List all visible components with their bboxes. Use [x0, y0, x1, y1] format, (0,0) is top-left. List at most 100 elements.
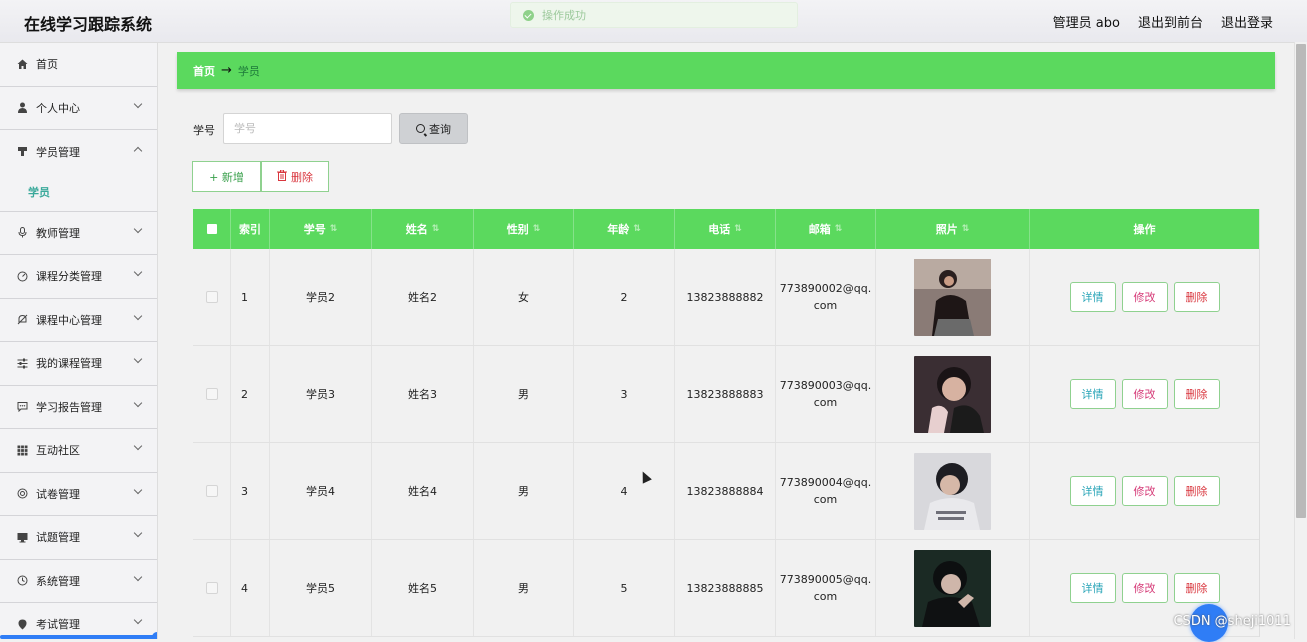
sort-icon[interactable]: ⇅	[835, 224, 843, 234]
sidebar-item-label: 课程中心管理	[36, 313, 102, 327]
student-photo[interactable]	[914, 452, 991, 530]
chevron-up-icon	[133, 146, 143, 156]
sidebar-item-students[interactable]: 学员管理	[0, 130, 157, 174]
delete-button[interactable]: 删除	[1173, 573, 1220, 603]
chevron-down-icon	[133, 99, 143, 108]
header-cell-sortable[interactable]: 年龄 ⇅	[574, 209, 675, 249]
breadcrumb-current: 学员	[237, 64, 260, 78]
edit-button[interactable]: 修改	[1121, 379, 1168, 409]
search-label: 学号	[193, 124, 215, 137]
student-photo[interactable]	[914, 549, 991, 627]
row-select[interactable]	[193, 540, 231, 636]
sidebar-item-course-category[interactable]: 课程分类管理	[0, 255, 157, 299]
edit-button[interactable]: 修改	[1121, 282, 1168, 312]
sidebar-item-teachers[interactable]: 教师管理	[0, 212, 157, 255]
row-select[interactable]	[193, 249, 231, 345]
logout-link[interactable]: 退出登录	[1221, 12, 1273, 31]
monitor-icon	[16, 531, 28, 543]
sidebar-item-community[interactable]: 互动社区	[0, 429, 157, 473]
header-label: 年龄	[607, 223, 630, 236]
sidebar-item-my-courses[interactable]: 我的课程管理	[0, 342, 157, 386]
sidebar-item-label: 个人中心	[36, 101, 80, 115]
row-select[interactable]	[193, 346, 231, 442]
sidebar-item-label: 课程分类管理	[36, 270, 102, 284]
sidebar-item-exams[interactable]: 考试管理	[0, 603, 157, 639]
sidebar-scroll-handle[interactable]	[152, 632, 157, 639]
header-cell-sortable[interactable]: 学号 ⇅	[270, 209, 372, 249]
sidebar-item-reports[interactable]: 学习报告管理	[0, 386, 157, 429]
edit-button[interactable]: 修改	[1121, 476, 1168, 506]
page-scrollbar[interactable]	[1294, 42, 1307, 639]
student-photo[interactable]	[914, 355, 991, 433]
header-cell: 索引	[231, 209, 270, 249]
sort-icon[interactable]: ⇅	[633, 224, 641, 234]
scrollbar-thumb[interactable]	[1296, 44, 1306, 518]
cell-age: 4	[574, 443, 675, 539]
sidebar-item-system[interactable]: 系统管理	[0, 560, 157, 603]
cell-age: 2	[574, 249, 675, 345]
cell-index: 2	[231, 346, 270, 442]
sort-icon[interactable]: ⇅	[533, 224, 541, 234]
success-toast: 操作成功	[510, 2, 798, 28]
detail-button[interactable]: 详情	[1069, 573, 1116, 603]
cell-photo	[876, 346, 1030, 442]
breadcrumb-home[interactable]: 首页	[193, 63, 215, 79]
chevron-down-icon	[133, 572, 143, 581]
row-select[interactable]	[193, 443, 231, 539]
cell-student-no: 学员4	[270, 443, 372, 539]
search-input[interactable]: 学号	[223, 113, 392, 144]
header-cell-sortable[interactable]: 邮箱 ⇅	[776, 209, 876, 249]
header-cell-sortable[interactable]: 姓名 ⇅	[372, 209, 474, 249]
header-label: 性别	[506, 223, 529, 236]
select-all-checkbox[interactable]	[206, 224, 217, 234]
sidebar-item-papers[interactable]: 试卷管理	[0, 473, 157, 516]
edit-button[interactable]: 修改	[1121, 573, 1168, 603]
row-checkbox[interactable]	[205, 485, 218, 497]
chevron-down-icon	[133, 311, 143, 320]
cell-index: 3	[231, 443, 270, 539]
sidebar: 首页 个人中心 学员管理 学员 教师管理 课程分类管理 课程中心管理 我的课程管…	[0, 43, 158, 639]
chevron-down-icon	[133, 354, 143, 364]
header-cell-sortable[interactable]: 照片 ⇅	[876, 209, 1030, 249]
top-actions: 管理员 abo 退出到前台 退出登录	[1053, 12, 1273, 31]
cell-email: 773890003@qq.com	[776, 346, 876, 442]
detail-button[interactable]: 详情	[1069, 282, 1116, 312]
header-cell-sortable[interactable]: 性别 ⇅	[474, 209, 574, 249]
sort-icon[interactable]: ⇅	[962, 224, 970, 234]
cell-name: 姓名2	[372, 249, 474, 345]
delete-button[interactable]: 删除	[1173, 282, 1220, 312]
detail-button[interactable]: 详情	[1069, 476, 1116, 506]
header-cell: 操作	[1133, 223, 1156, 236]
sidebar-scrollbar[interactable]	[0, 635, 157, 639]
sidebar-item-home[interactable]: 首页	[0, 43, 157, 87]
admin-user[interactable]: 管理员 abo	[1053, 12, 1120, 31]
sidebar-item-course-center[interactable]: 课程中心管理	[0, 299, 157, 342]
chevron-down-icon	[133, 615, 143, 625]
delete-button[interactable]: 删除	[1173, 379, 1220, 409]
batch-delete-button[interactable]: 删除	[261, 161, 329, 192]
sidebar-subitem-student[interactable]: 学员	[0, 174, 157, 212]
delete-button[interactable]: 删除	[1173, 476, 1220, 506]
cell-photo	[876, 443, 1030, 539]
header-cell-sortable[interactable]: 电话 ⇅	[675, 209, 776, 249]
header-label: 学号	[303, 223, 326, 236]
sidebar-item-questions[interactable]: 试题管理	[0, 516, 157, 560]
cell-email: 773890005@qq.com	[776, 540, 876, 636]
sidebar-item-profile[interactable]: 个人中心	[0, 87, 157, 130]
row-checkbox[interactable]	[205, 291, 218, 303]
header-select-all[interactable]	[193, 209, 231, 249]
sort-icon[interactable]: ⇅	[734, 224, 742, 234]
app-title: 在线学习跟踪系统	[24, 15, 153, 34]
detail-button[interactable]: 详情	[1069, 379, 1116, 409]
grid-icon	[16, 444, 28, 456]
exit-to-front-link[interactable]: 退出到前台	[1138, 12, 1203, 31]
sort-icon[interactable]: ⇅	[432, 224, 440, 234]
sidebar-item-label: 考试管理	[36, 618, 80, 632]
chevron-down-icon	[133, 485, 143, 494]
row-checkbox[interactable]	[205, 388, 218, 400]
row-checkbox[interactable]	[205, 582, 218, 594]
student-photo[interactable]	[914, 258, 991, 336]
search-button[interactable]: 查询	[399, 113, 468, 144]
sort-icon[interactable]: ⇅	[330, 224, 338, 234]
add-button[interactable]: + 新增	[192, 161, 261, 192]
